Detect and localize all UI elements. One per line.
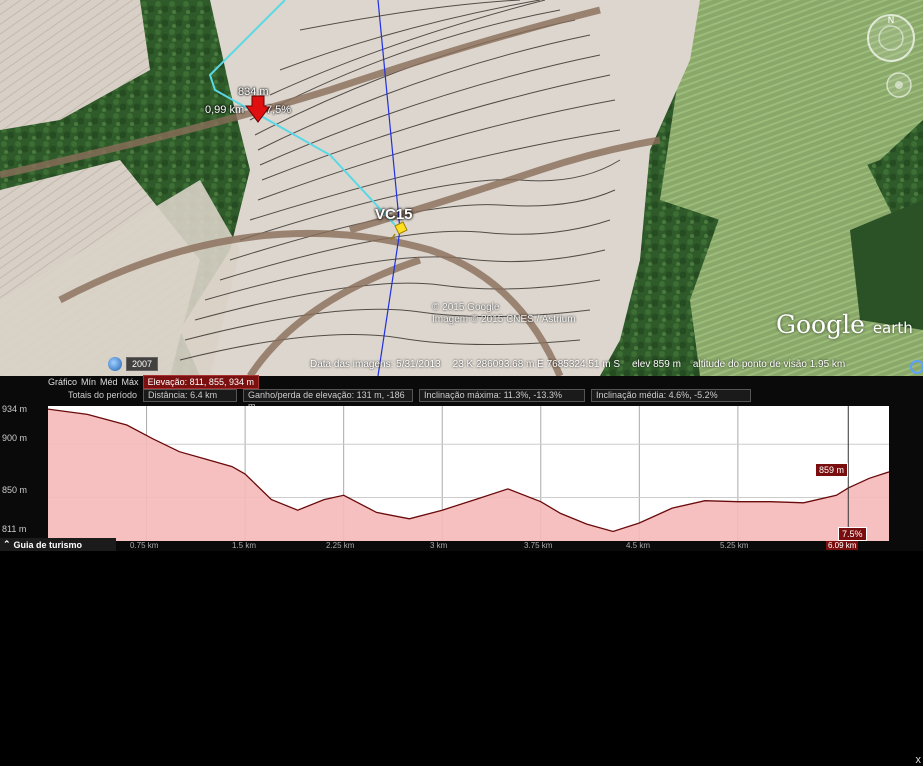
graph-stats-row: Gráfico Mín Méd Máx Elevação: 811, 855, …: [48, 375, 259, 389]
gain-loss-box: Ganho/perda de elevação: 131 m, -186 m: [243, 388, 414, 411]
imagery-year: 2007: [126, 356, 159, 371]
copyright-line-2: Imagem © 2015 CNES / Astrium: [432, 314, 576, 325]
x-tick-4: 3 km: [430, 541, 448, 550]
coordinates: 23 K 286093.68 m E 7685324.51 m S: [452, 359, 620, 370]
cursor-slope-tag: 7.5%: [838, 527, 867, 541]
totals-label: Totais do período: [68, 390, 138, 400]
streaming-indicator-icon: [910, 360, 923, 374]
look-control-icon[interactable]: [884, 70, 914, 100]
x-tick-2: 1.5 km: [232, 541, 257, 550]
totals-row: Totais do período Distância: 6.4 km Ganh…: [68, 388, 752, 411]
chevron-up-icon: ⌃: [3, 539, 11, 549]
close-panel-button[interactable]: x: [916, 754, 922, 766]
x-tick-5: 3.75 km: [524, 541, 553, 550]
y-tick-850: 850 m: [2, 485, 28, 495]
distance-box: Distância: 6.4 km: [143, 388, 238, 402]
marker-elevation-label: 834 m: [238, 86, 269, 98]
elevation-stat-box[interactable]: Elevação: 811, 855, 934 m: [142, 375, 259, 389]
status-bar: Data das imagens: 5/31/2013 23 K 286093.…: [310, 359, 923, 373]
tour-guide-button[interactable]: ⌃ Guia de turismo: [0, 538, 116, 551]
imagery-date: Data das imagens: 5/31/2013: [310, 359, 441, 370]
historical-imagery-badge[interactable]: 2007: [108, 356, 159, 371]
logo-sub: earth: [872, 319, 913, 337]
globe-icon: [108, 356, 122, 371]
x-tick-1: 0.75 km: [130, 541, 159, 550]
graph-label: Gráfico: [48, 377, 78, 387]
x-tick-6: 4.5 km: [626, 541, 651, 550]
cursor-elevation-tag: 859 m: [815, 463, 849, 477]
ground-elevation: elev 859 m: [632, 359, 681, 370]
copyright-line-1: © 2015 Google: [432, 302, 500, 313]
max-slope-box: Inclinação máxima: 11.3%, -13.3%: [419, 388, 586, 402]
y-tick-811: 811 m: [2, 524, 27, 534]
compass-icon[interactable]: N: [865, 12, 917, 64]
marker-slope-label: 7,5%: [266, 104, 292, 116]
google-earth-logo: Google earth: [776, 310, 913, 339]
svg-text:N: N: [888, 16, 895, 26]
eye-altitude: altitude do ponto de visão 1.95 km: [692, 359, 846, 370]
logo-main: Google: [776, 310, 865, 339]
tour-guide-label: Guia de turismo: [13, 539, 83, 550]
stat-avg-link[interactable]: Méd: [100, 377, 118, 387]
y-tick-900: 900 m: [2, 433, 28, 443]
x-tick-3: 2.25 km: [326, 541, 355, 550]
stat-min-link[interactable]: Mín: [81, 377, 96, 387]
copyright-text: © 2015 Google Imagem © 2015 CNES / Astri…: [432, 302, 576, 326]
map-view[interactable]: 834 m 0,99 km 7,5% VC15 © 2015 Google Im…: [0, 0, 923, 376]
x-tick-7: 5.25 km: [720, 541, 749, 550]
y-tick-934: 934 m: [2, 404, 28, 414]
x-tick-cursor: 6.09 km: [826, 541, 859, 550]
placemark-label[interactable]: VC15: [375, 206, 413, 223]
stat-max-link[interactable]: Máx: [122, 377, 139, 387]
elevation-chart[interactable]: [48, 406, 889, 541]
marker-distance-label: 0,99 km: [205, 104, 245, 116]
avg-slope-box: Inclinação média: 4.6%, -5.2%: [591, 388, 752, 402]
